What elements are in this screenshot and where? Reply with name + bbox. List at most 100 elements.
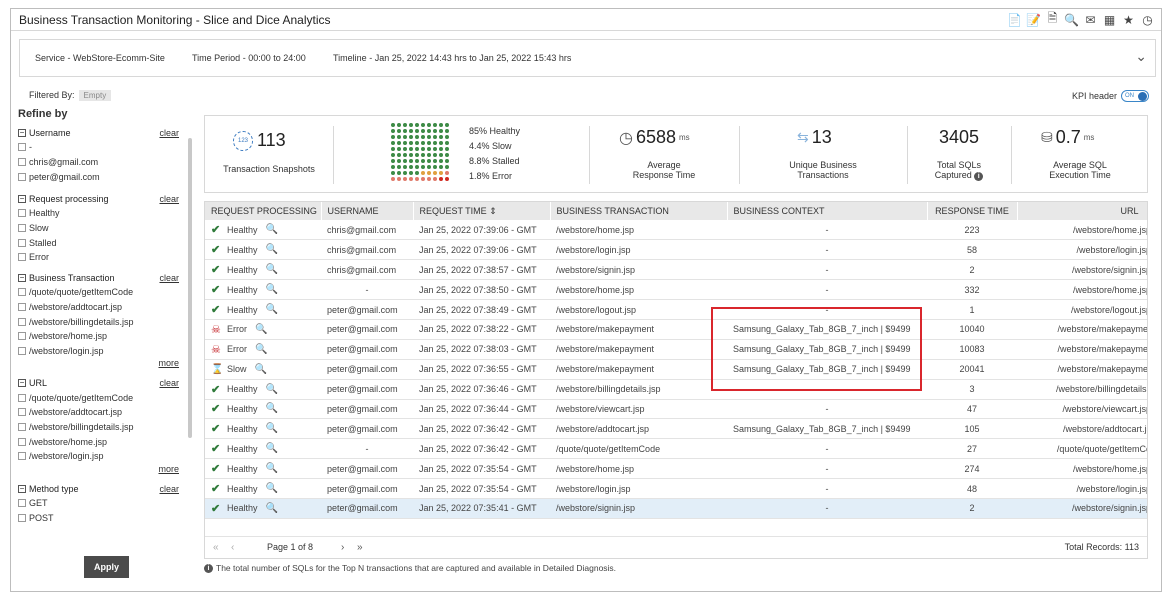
magnifier-icon[interactable]: 🔍 — [266, 463, 278, 474]
collapse-icon[interactable]: − — [18, 195, 26, 204]
table-row[interactable]: ☠ Error 🔍 peter@gmail.com Jan 25, 2022 07:38… — [205, 339, 1147, 360]
collapse-icon[interactable]: − — [18, 273, 26, 282]
col-url[interactable]: URL — [1017, 202, 1147, 220]
cell-url[interactable]: /webstore/login.jsp — [1017, 478, 1147, 499]
option[interactable]: /webstore/home.jsp — [18, 434, 193, 449]
option[interactable]: Slow — [18, 221, 193, 236]
cell-url[interactable]: /webstore/addtocart.js — [1017, 418, 1147, 440]
cell-url[interactable]: /webstore/logout.jsp — [1017, 299, 1147, 320]
option[interactable]: /webstore/login.jsp — [18, 344, 193, 359]
checkbox[interactable] — [18, 143, 26, 152]
col-business-transaction[interactable]: BUSINESS TRANSACTION — [550, 202, 728, 220]
first-page-icon[interactable]: « — [213, 542, 219, 553]
checkbox[interactable] — [18, 288, 26, 297]
magnifier-icon[interactable]: 🔍 — [266, 384, 278, 395]
clear-method-link[interactable]: clear — [159, 484, 179, 494]
more-url-link[interactable]: more — [18, 464, 179, 478]
kpi-header-toggle[interactable]: ON — [1121, 90, 1149, 102]
collapse-icon[interactable]: − — [18, 484, 26, 493]
magnifier-icon[interactable]: 🔍 — [266, 244, 278, 255]
table-row[interactable]: ✔ Healthy 🔍 chris@gmail.com Jan 25, 2022 07:… — [205, 220, 1147, 241]
magnifier-icon[interactable]: 🔍 — [266, 423, 278, 434]
magnifier-icon[interactable]: 🔍 — [266, 224, 278, 235]
export-icon[interactable]: 🗎 — [1045, 11, 1060, 27]
checkbox[interactable] — [18, 253, 26, 262]
excel-icon[interactable]: ▦ — [1102, 12, 1117, 27]
checkbox[interactable] — [18, 158, 26, 167]
option[interactable]: POST — [18, 510, 193, 525]
checkbox[interactable] — [18, 317, 26, 326]
magnifier-icon[interactable]: 🔍 — [266, 503, 278, 514]
checkbox[interactable] — [18, 437, 26, 446]
checkbox[interactable] — [18, 499, 26, 508]
mail-icon[interactable]: ✉ — [1083, 12, 1098, 27]
checkbox[interactable] — [18, 302, 26, 311]
magnifier-icon[interactable]: 🔍 — [255, 364, 267, 375]
checkbox[interactable] — [18, 452, 26, 461]
info-icon[interactable]: i — [974, 172, 984, 181]
apply-button[interactable]: Apply — [84, 556, 129, 578]
clear-username-link[interactable]: clear — [159, 128, 179, 138]
magnifier-icon[interactable]: 🔍 — [266, 483, 278, 494]
option[interactable]: - — [18, 140, 193, 155]
option[interactable]: /webstore/home.jsp — [18, 329, 193, 344]
table-row[interactable]: ✔ Healthy 🔍 - Jan 25, 2022 07:36:42 - GMT/qu… — [205, 438, 1147, 460]
timer-icon[interactable]: ◷ — [1140, 12, 1155, 27]
prev-page-icon[interactable]: ‹ — [231, 542, 234, 553]
option[interactable]: Stalled — [18, 235, 193, 250]
option[interactable]: Error — [18, 250, 193, 265]
magnifier-icon[interactable]: 🔍 — [266, 264, 278, 275]
option[interactable]: /webstore/addtocart.jsp — [18, 405, 193, 420]
checkbox[interactable] — [18, 346, 26, 355]
option[interactable]: /webstore/billingdetails.jsp — [18, 420, 193, 435]
col-request-processing[interactable]: REQUEST PROCESSING — [205, 202, 322, 220]
magnifier-icon[interactable]: 🔍 — [266, 403, 278, 414]
option[interactable]: GET — [18, 496, 193, 511]
next-page-icon[interactable]: › — [341, 542, 344, 553]
more-bt-link[interactable]: more — [18, 358, 179, 372]
option[interactable]: /quote/quote/getItemCode — [18, 285, 193, 300]
option[interactable]: Healthy — [18, 206, 193, 221]
collapse-icon[interactable]: − — [18, 129, 26, 137]
report-icon[interactable]: 📄 — [1007, 12, 1022, 27]
star-icon[interactable]: ★ — [1121, 12, 1136, 27]
cell-url[interactable]: /quote/quote/getItemCo — [1017, 438, 1147, 460]
table-row[interactable]: ✔ Healthy 🔍 peter@gmail.com Jan 25, 2022 07:… — [205, 458, 1147, 480]
option[interactable]: /webstore/login.jsp — [18, 449, 193, 464]
table-row[interactable]: ✔ Healthy 🔍 peter@gmail.com Jan 25, 2022 07:… — [205, 418, 1147, 440]
option[interactable]: /quote/quote/getItemCode — [18, 390, 193, 405]
cell-url[interactable]: /webstore/billingdetails.j — [1017, 379, 1147, 400]
col-request-time[interactable]: REQUEST TIME ⇕ — [413, 202, 551, 220]
chevron-down-icon[interactable]: ⌄ — [1135, 48, 1147, 65]
checkbox[interactable] — [18, 513, 26, 522]
table-row[interactable]: ☠ Error 🔍 peter@gmail.com Jan 25, 2022 07:38… — [205, 319, 1147, 340]
checkbox[interactable] — [18, 332, 26, 341]
checkbox[interactable] — [18, 224, 26, 233]
cell-url[interactable]: /webstore/makepaymer — [1017, 319, 1147, 340]
table-row[interactable]: ✔ Healthy 🔍 - Jan 25, 2022 07:38:50 - GMT/we… — [205, 279, 1147, 301]
checkbox[interactable] — [18, 172, 26, 181]
cell-url[interactable]: /webstore/signin.jsp — [1017, 259, 1147, 281]
table-row[interactable]: ✔ Healthy 🔍 peter@gmail.com Jan 25, 2022 07:… — [205, 399, 1147, 420]
option[interactable]: /webstore/billingdetails.jsp — [18, 314, 193, 329]
sidebar-scrollbar[interactable] — [188, 138, 192, 438]
collapse-icon[interactable]: − — [18, 379, 26, 388]
edit-report-icon[interactable]: 📝 — [1026, 12, 1041, 27]
cell-url[interactable]: /webstore/signin.jsp — [1017, 498, 1147, 519]
option[interactable]: chris@gmail.com — [18, 155, 193, 170]
cell-url[interactable]: /webstore/viewcart.jsp — [1017, 399, 1147, 420]
checkbox[interactable] — [18, 422, 26, 431]
cell-url[interactable]: /webstore/login.jsp — [1017, 239, 1147, 261]
magnifier-icon[interactable]: 🔍 — [266, 443, 278, 454]
clear-bt-link[interactable]: clear — [159, 273, 179, 283]
cell-url[interactable]: /webstore/home.jsp — [1017, 220, 1147, 241]
table-row[interactable]: ✔ Healthy 🔍 peter@gmail.com Jan 25, 2022 07:… — [205, 379, 1147, 400]
checkbox[interactable] — [18, 393, 26, 402]
sort-icon[interactable]: ⇕ — [489, 206, 497, 216]
clear-url-link[interactable]: clear — [159, 378, 179, 388]
magnifier-icon[interactable]: 🔍 — [266, 304, 278, 315]
table-row[interactable]: ✔ Healthy 🔍 peter@gmail.com Jan 25, 2022 07:… — [205, 498, 1147, 519]
magnifier-icon[interactable]: 🔍 — [255, 344, 267, 355]
checkbox[interactable] — [18, 408, 26, 417]
cell-url[interactable]: /webstore/home.jsp — [1017, 279, 1147, 301]
